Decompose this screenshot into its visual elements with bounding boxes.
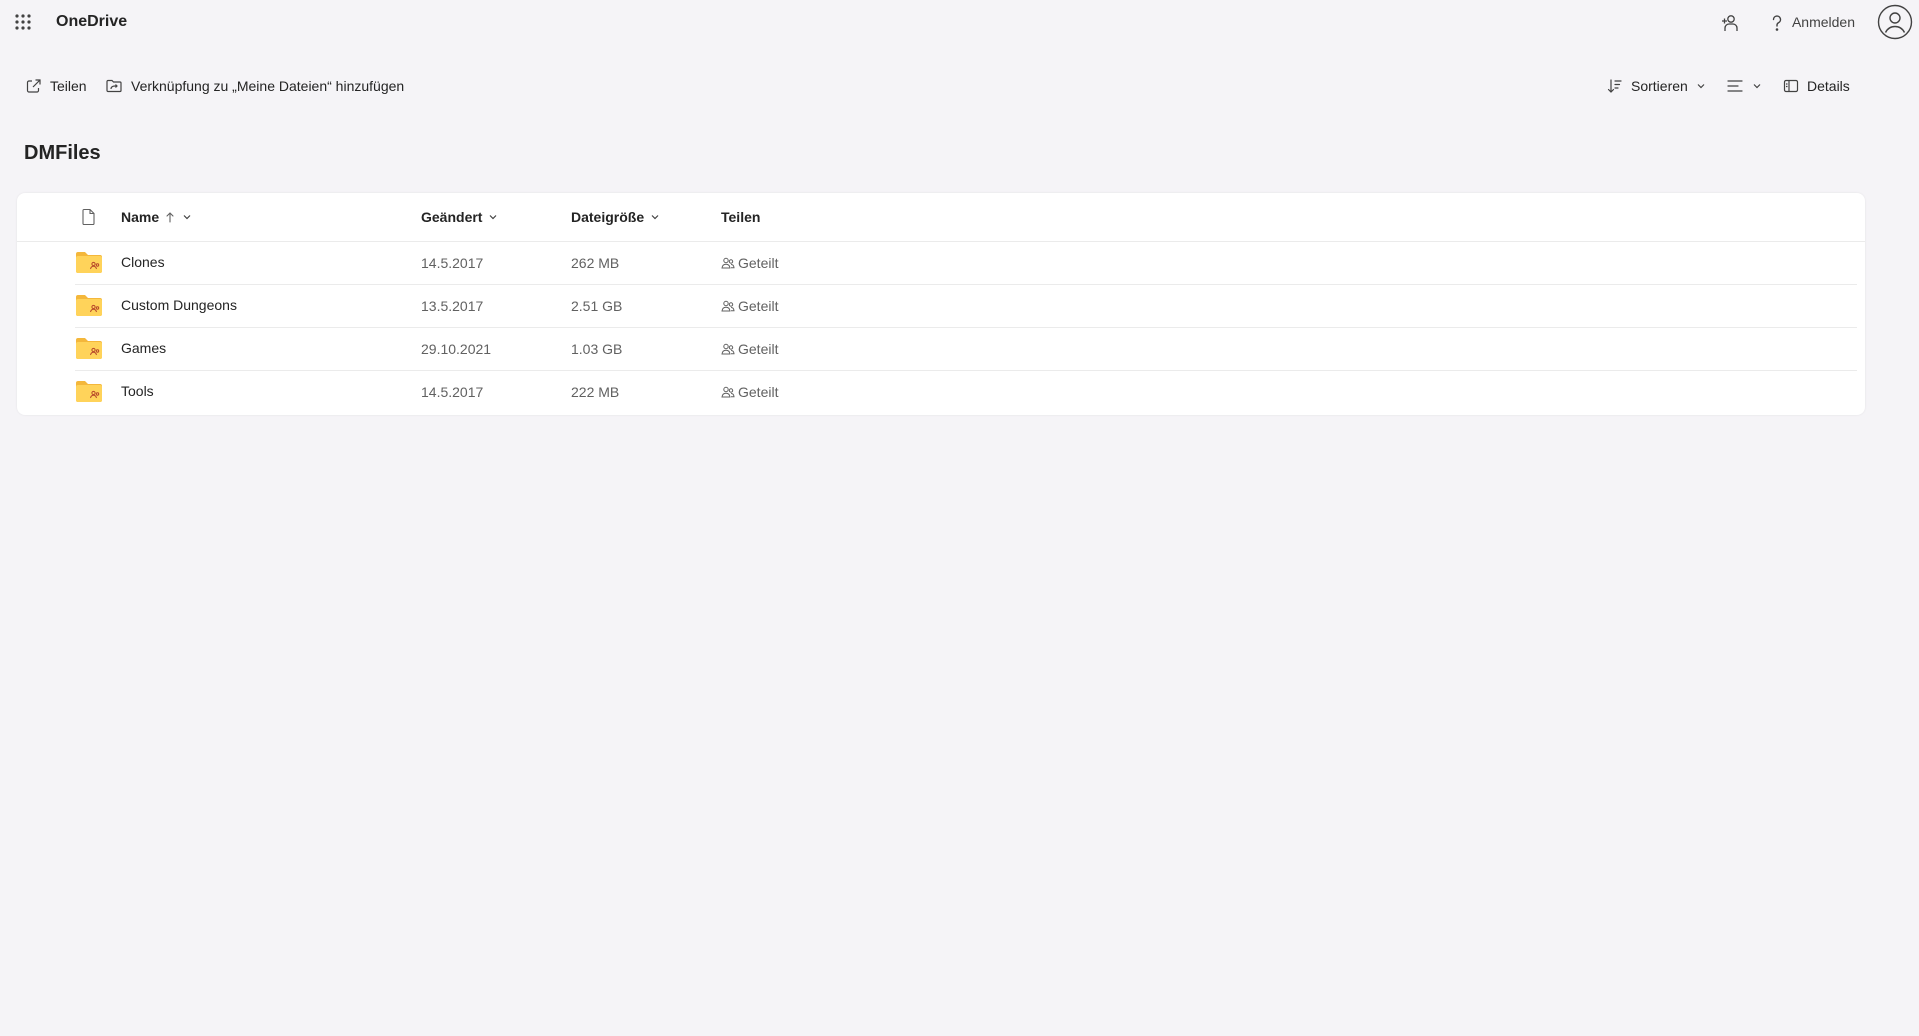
file-sharing[interactable]: Geteilt xyxy=(721,255,778,271)
people-icon xyxy=(721,343,735,355)
details-button[interactable]: Details xyxy=(1783,78,1850,94)
people-icon xyxy=(721,257,735,269)
file-size: 222 MB xyxy=(571,384,620,400)
share-button[interactable]: Teilen xyxy=(26,78,87,94)
command-bar: Teilen Verknüpfung zu „Meine Dateien“ hi… xyxy=(0,70,1919,106)
list-view-icon xyxy=(1727,80,1743,92)
share-feedback-icon[interactable] xyxy=(1718,12,1740,34)
modified-column-header[interactable]: Geändert xyxy=(421,209,498,225)
file-list: Name Geändert Dateigröße Teilen Clones 1… xyxy=(17,193,1865,415)
file-row[interactable]: Games 29.10.2021 1.03 GB Geteilt xyxy=(17,328,1865,371)
list-header: Name Geändert Dateigröße Teilen xyxy=(17,193,1865,242)
sort-button[interactable]: Sortieren xyxy=(1607,78,1714,94)
sort-icon xyxy=(1607,79,1622,93)
people-icon xyxy=(721,300,735,312)
details-label: Details xyxy=(1807,78,1850,94)
file-name[interactable]: Tools xyxy=(121,383,154,399)
file-type-column-header[interactable] xyxy=(81,208,97,226)
name-column-label: Name xyxy=(121,209,160,225)
file-sharing[interactable]: Geteilt xyxy=(721,384,778,400)
page-title: DMFiles xyxy=(24,142,101,164)
file-name[interactable]: Clones xyxy=(121,254,165,270)
file-sharing[interactable]: Geteilt xyxy=(721,341,778,357)
people-icon xyxy=(721,386,735,398)
file-type-icon xyxy=(82,208,95,226)
sharing-column-label: Teilen xyxy=(721,209,761,225)
signin-button[interactable]: Anmelden xyxy=(1792,14,1855,30)
modified-column-label: Geändert xyxy=(421,209,483,225)
file-size: 2.51 GB xyxy=(571,298,623,314)
size-column-header[interactable]: Dateigröße xyxy=(571,209,660,225)
shared-folder-icon xyxy=(75,293,103,317)
avatar-icon[interactable] xyxy=(1877,4,1913,40)
view-options-button[interactable] xyxy=(1726,78,1770,94)
sharing-column-header[interactable]: Teilen xyxy=(721,209,760,225)
file-sharing[interactable]: Geteilt xyxy=(721,298,778,314)
share-icon xyxy=(26,79,41,93)
sort-ascending-icon xyxy=(166,212,174,223)
add-shortcut-icon xyxy=(106,79,122,93)
file-row[interactable]: Tools 14.5.2017 222 MB Geteilt xyxy=(17,371,1865,414)
file-modified: 14.5.2017 xyxy=(421,384,484,400)
size-column-label: Dateigröße xyxy=(571,209,645,225)
sort-label: Sortieren xyxy=(1631,78,1688,94)
chevron-down-icon xyxy=(1753,84,1761,89)
file-size: 1.03 GB xyxy=(571,341,623,357)
shared-folder-icon xyxy=(75,336,103,360)
file-row[interactable]: Clones 14.5.2017 262 MB Geteilt xyxy=(17,242,1865,285)
waffle-icon[interactable] xyxy=(14,13,32,31)
sharing-status: Geteilt xyxy=(738,341,779,357)
shared-folder-icon xyxy=(75,379,103,403)
file-size: 262 MB xyxy=(571,255,620,271)
chevron-down-icon xyxy=(490,215,497,220)
file-row[interactable]: Custom Dungeons 13.5.2017 2.51 GB Geteil… xyxy=(17,285,1865,328)
add-shortcut-button[interactable]: Verknüpfung zu „Meine Dateien“ hinzufüge… xyxy=(105,78,404,94)
name-column-header[interactable]: Name xyxy=(121,209,192,225)
sharing-status: Geteilt xyxy=(738,298,779,314)
chevron-down-icon xyxy=(1697,84,1705,89)
sharing-status: Geteilt xyxy=(738,384,779,400)
add-shortcut-label: Verknüpfung zu „Meine Dateien“ hinzufüge… xyxy=(131,78,405,94)
details-pane-icon xyxy=(1783,79,1799,93)
help-icon[interactable] xyxy=(1766,12,1788,34)
file-modified: 29.10.2021 xyxy=(421,341,492,357)
top-bar: OneDrive Anmelden xyxy=(0,0,1919,46)
chevron-down-icon xyxy=(183,215,191,220)
sharing-status: Geteilt xyxy=(738,255,779,271)
file-modified: 14.5.2017 xyxy=(421,255,484,271)
file-name[interactable]: Custom Dungeons xyxy=(121,297,237,313)
file-name[interactable]: Games xyxy=(121,340,166,356)
shared-folder-icon xyxy=(75,250,103,274)
chevron-down-icon xyxy=(651,215,659,220)
app-title[interactable]: OneDrive xyxy=(56,13,127,31)
share-label: Teilen xyxy=(50,78,87,94)
file-modified: 13.5.2017 xyxy=(421,298,484,314)
